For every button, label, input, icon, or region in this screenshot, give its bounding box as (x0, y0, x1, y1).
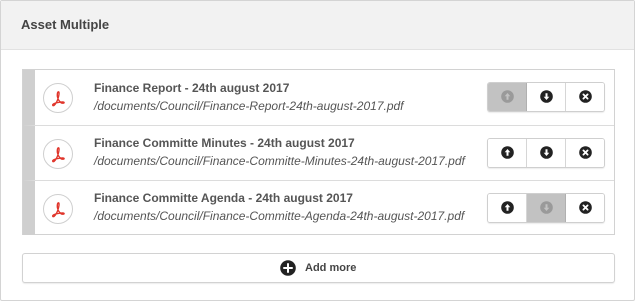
arrow-down-circle-icon (540, 146, 553, 159)
pdf-icon (43, 83, 73, 113)
asset-title: Finance Committe Minutes - 24th august 2… (94, 136, 355, 150)
asset-row: Finance Report - 24th august 2017 /docum… (23, 70, 614, 125)
move-down-button[interactable] (527, 139, 566, 167)
add-more-label: Add more (305, 262, 357, 274)
arrow-down-circle-icon (540, 90, 553, 103)
asset-title: Finance Report - 24th august 2017 (94, 81, 290, 95)
arrow-up-circle-icon (501, 90, 514, 103)
asset-actions (487, 138, 605, 168)
close-circle-icon (579, 201, 592, 214)
asset-multiple-panel: Asset Multiple Finance Report - 24th aug… (0, 0, 635, 301)
asset-row: Finance Committe Agenda - 24th august 20… (23, 180, 614, 235)
pdf-icon (43, 194, 73, 224)
close-circle-icon (579, 90, 592, 103)
asset-path: /documents/Council/Finance-Report-24th-a… (94, 99, 404, 113)
plus-circle-icon (280, 260, 296, 276)
arrow-down-circle-icon (540, 201, 553, 214)
move-down-button[interactable] (527, 83, 566, 111)
pdf-icon (43, 139, 73, 169)
asset-path: /documents/Council/Finance-Committe-Minu… (94, 154, 465, 168)
move-up-button (488, 83, 527, 111)
arrow-up-circle-icon (501, 146, 514, 159)
remove-button[interactable] (566, 83, 604, 111)
add-more-button[interactable]: Add more (22, 253, 615, 283)
asset-path: /documents/Council/Finance-Committe-Agen… (94, 209, 465, 223)
arrow-up-circle-icon (501, 201, 514, 214)
asset-list: Finance Report - 24th august 2017 /docum… (22, 69, 615, 235)
panel-header: Asset Multiple (1, 1, 634, 50)
move-down-button (527, 194, 566, 222)
asset-title: Finance Committe Agenda - 24th august 20… (94, 191, 353, 205)
remove-button[interactable] (566, 139, 604, 167)
asset-row: Finance Committe Minutes - 24th august 2… (23, 125, 614, 180)
asset-actions (487, 82, 605, 112)
panel-title: Asset Multiple (21, 17, 110, 32)
close-circle-icon (579, 146, 592, 159)
move-up-button[interactable] (488, 139, 527, 167)
asset-actions (487, 193, 605, 223)
move-up-button[interactable] (488, 194, 527, 222)
remove-button[interactable] (566, 194, 604, 222)
